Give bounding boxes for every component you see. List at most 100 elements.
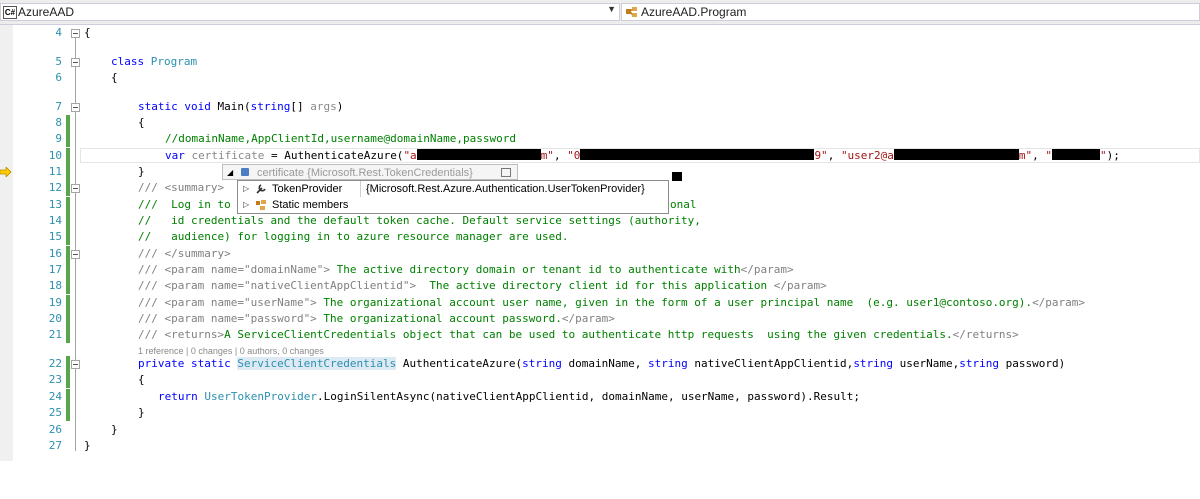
collapse-icon[interactable] <box>71 250 80 259</box>
code-fragment: domainName, <box>561 357 648 370</box>
redaction-bar <box>893 149 1019 160</box>
code-comment: The organizational account password. <box>316 312 562 325</box>
pin-icon[interactable] <box>501 168 511 177</box>
code-line: 14 // id credentials and the default tok… <box>0 213 1200 229</box>
code-line: 9 //domainName,AppClientId,username@doma… <box>0 131 1200 147</box>
code-fragment: userName, <box>893 357 960 370</box>
datatip-type: {Microsoft.Rest.TokenCredentials} <box>307 167 473 179</box>
code-line: 4 { <box>0 25 1200 41</box>
keyword: static <box>190 357 238 370</box>
code-text: } <box>138 406 145 419</box>
code-comment: // audience) for logging in to azure res… <box>138 230 569 243</box>
project-dropdown[interactable]: C# AzureAAD ▼ <box>0 3 620 21</box>
type-name: Program <box>150 55 198 68</box>
code-fragment: , <box>553 149 568 162</box>
xml-tag: /// <param name="userName"> <box>138 296 317 309</box>
collapse-icon[interactable] <box>71 360 80 369</box>
keyword: return <box>158 390 205 403</box>
code-text: private static ServiceClientCredentials … <box>138 356 1065 372</box>
code-text: { <box>111 71 118 84</box>
line-number: 13 <box>48 198 62 211</box>
expand-arrow-icon[interactable]: ▷ <box>243 181 249 197</box>
collapse-icon[interactable] <box>71 29 80 38</box>
code-text: { <box>138 373 145 386</box>
change-marker <box>66 229 70 245</box>
change-marker <box>66 295 70 311</box>
code-text: } <box>84 439 91 452</box>
change-marker <box>66 164 70 180</box>
datatip-variable: certificate <box>257 167 305 179</box>
code-line: 21 /// <returns>A ServiceClientCredentia… <box>0 327 1200 343</box>
member-value: {Microsoft.Rest.Azure.Authentication.Use… <box>366 183 645 195</box>
keyword: void <box>184 100 218 113</box>
type-name: UserTokenProvider <box>204 390 317 403</box>
keyword: string <box>522 357 562 370</box>
line-number: 17 <box>48 263 62 276</box>
xml-tag: /// <param name="domainName"> <box>138 263 331 276</box>
expand-arrow-icon[interactable]: ▷ <box>243 197 249 213</box>
object-icon <box>241 168 249 176</box>
code-line: 27 } <box>0 438 1200 454</box>
code-fragment: , <box>1032 149 1046 162</box>
line-number: 10 <box>48 149 62 162</box>
change-marker <box>66 356 70 372</box>
string-literal: "user2@a <box>840 149 894 162</box>
line-number: 11 <box>48 165 62 178</box>
member-name: Static members <box>272 199 349 211</box>
property-wrench-icon <box>256 184 266 194</box>
redaction-bar <box>1052 149 1101 160</box>
code-line: 18 /// <param name="nativeClientAppClien… <box>0 278 1200 294</box>
code-comment: // id credentials and the default token … <box>138 214 701 227</box>
code-editor[interactable]: 4 { 5 class Program 6 { 7 static void Ma… <box>0 25 1200 461</box>
code-text: static void Main(string[] args) <box>138 99 343 115</box>
code-comment: /// Log in to <box>138 198 231 211</box>
code-line: 22 private static ServiceClientCredentia… <box>0 356 1200 372</box>
change-marker <box>66 262 70 278</box>
code-text: /// <param name="userName"> The organiza… <box>138 295 1085 311</box>
line-number: 21 <box>48 328 62 341</box>
expand-icon[interactable]: ◢ <box>227 165 233 181</box>
code-comment: The organizational account user name, gi… <box>316 296 1033 309</box>
datatip-member-row[interactable]: ▷ Static members <box>238 197 668 213</box>
keyword: string <box>853 357 894 370</box>
change-marker <box>66 213 70 229</box>
xml-doc-comment: /// </summary> <box>138 247 231 260</box>
code-line: 19 /// <param name="userName"> The organ… <box>0 295 1200 311</box>
change-marker <box>66 115 70 131</box>
redaction-bar <box>580 149 815 160</box>
xml-tag: </param> <box>561 312 615 325</box>
string-literal: "0 <box>567 149 581 162</box>
class-dropdown[interactable]: AzureAAD.Program <box>621 3 1200 21</box>
code-text: /// <param name="password"> The organiza… <box>138 311 615 327</box>
code-text: } <box>138 165 145 178</box>
method-name: Main( <box>217 100 251 113</box>
change-marker <box>66 405 70 421</box>
change-marker <box>66 180 70 196</box>
code-text: return UserTokenProvider.LoginSilentAsyn… <box>158 389 860 405</box>
datatip-label: certificate {Microsoft.Rest.TokenCredent… <box>257 165 473 181</box>
collapse-icon[interactable] <box>71 184 80 193</box>
chevron-down-icon[interactable]: ▼ <box>607 4 616 14</box>
unused-parameter: args <box>310 100 337 113</box>
project-name: AzureAAD <box>18 5 75 19</box>
collapse-icon[interactable] <box>71 58 80 67</box>
code-fragment: nativeClientAppClientid, <box>687 357 854 370</box>
change-marker <box>66 246 70 262</box>
datatip-member-row[interactable]: ▷ TokenProvider {Microsoft.Rest.Azure.Au… <box>238 181 668 197</box>
collapse-icon[interactable] <box>71 103 80 112</box>
code-comment: The active directory client id for this … <box>416 279 774 292</box>
line-number: 15 <box>48 230 62 243</box>
code-line: 25 } <box>0 405 1200 421</box>
code-text: { <box>84 26 91 39</box>
change-marker <box>66 372 70 388</box>
line-number: 6 <box>55 71 62 84</box>
xml-tag: /// <returns> <box>138 328 225 341</box>
code-line: 8 { <box>0 115 1200 131</box>
line-number: 16 <box>48 247 62 260</box>
code-text: var certificate = AuthenticateAzure("a m"… <box>165 148 1120 164</box>
code-line: 15 // audience) for logging in to azure … <box>0 229 1200 245</box>
code-text: } <box>111 423 118 436</box>
datatip[interactable]: ◢ certificate {Microsoft.Rest.TokenCrede… <box>222 164 518 180</box>
code-fragment: ); <box>1106 149 1120 162</box>
code-line: 20 /// <param name="password"> The organ… <box>0 311 1200 327</box>
